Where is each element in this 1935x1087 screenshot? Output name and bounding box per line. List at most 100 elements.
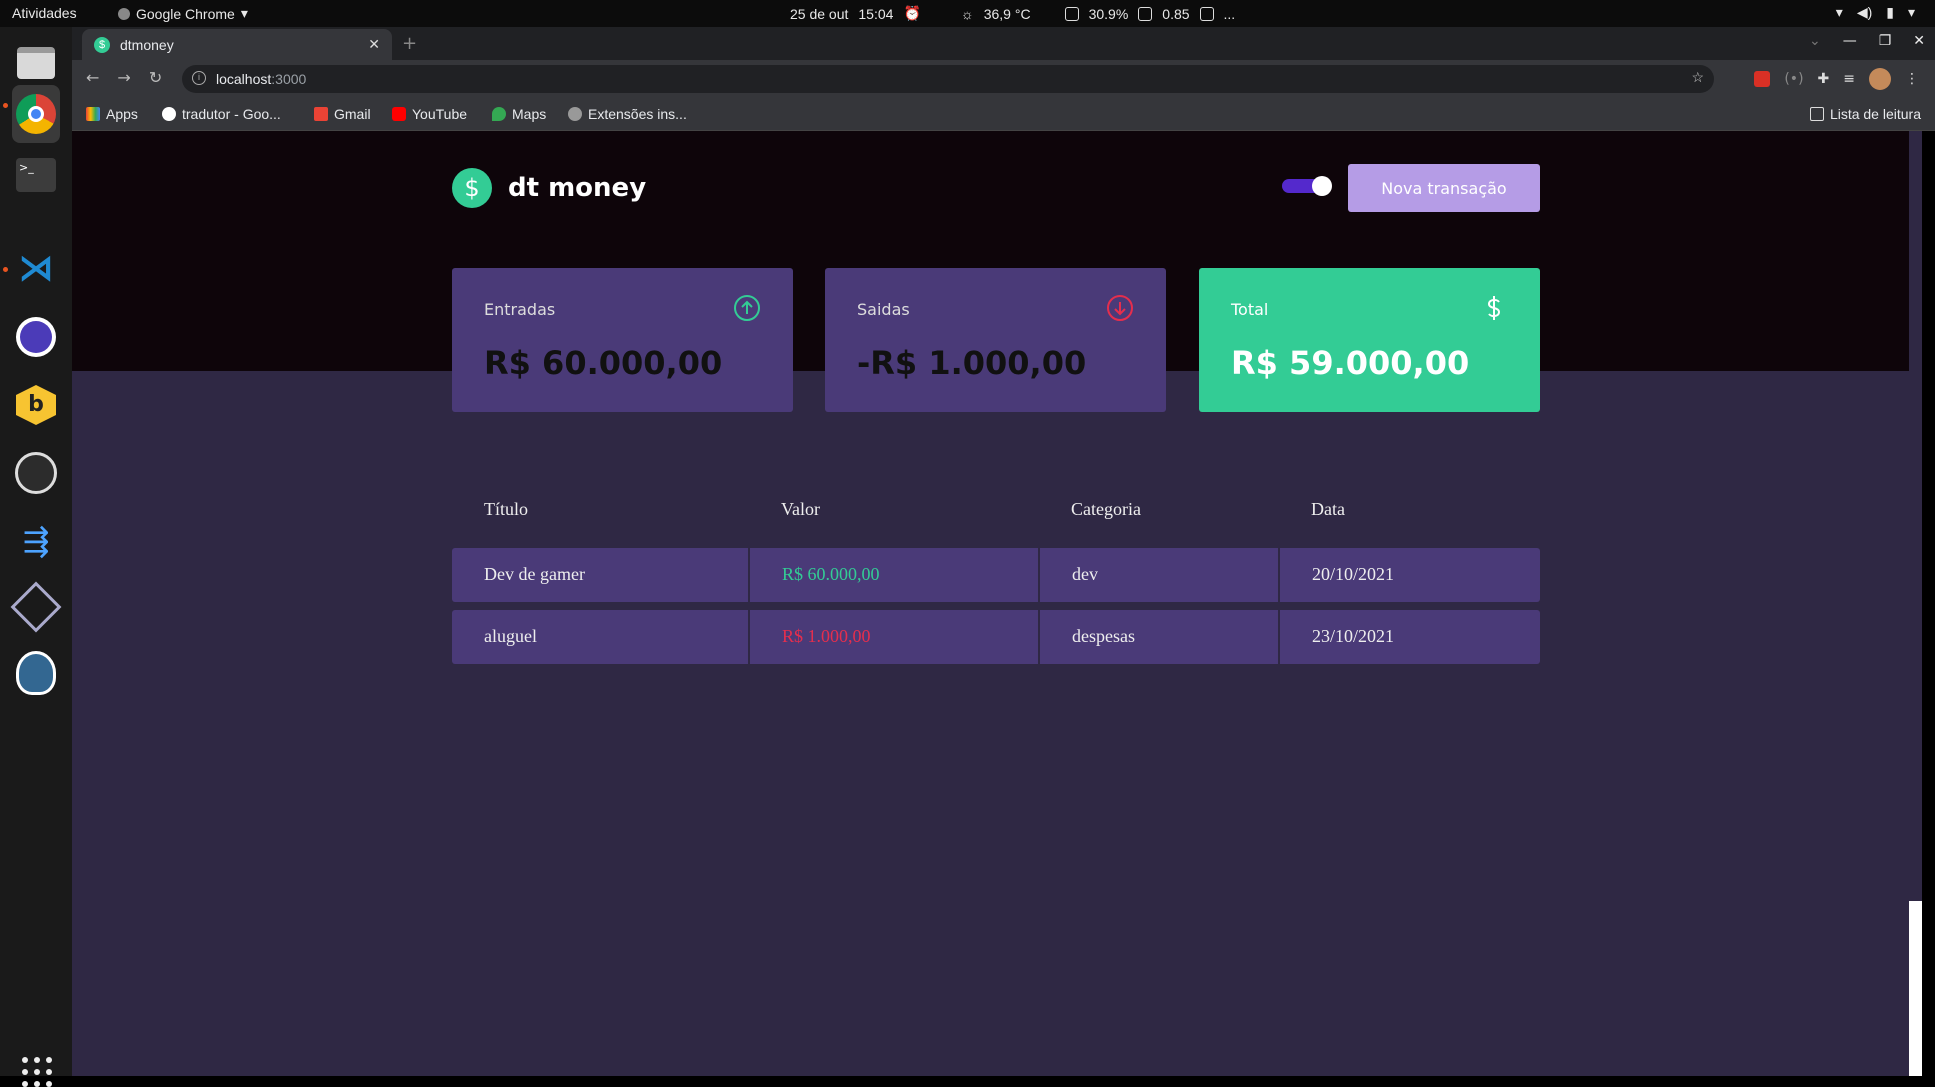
new-transaction-button[interactable]: Nova transação (1348, 164, 1540, 212)
tray-chevron-icon[interactable]: ▾ (1908, 4, 1915, 21)
table-row[interactable]: aluguel R$ 1.000,00 despesas 23/10/2021 (452, 610, 1540, 664)
chrome-icon[interactable] (12, 85, 60, 143)
arrow-up-circle-icon (734, 295, 760, 321)
eclipse-icon[interactable] (12, 313, 60, 361)
chrome-small-icon (118, 7, 130, 20)
tab-dtmoney[interactable]: $ dtmoney ✕ (82, 29, 392, 60)
clock[interactable]: 25 de out 15:04 ⏰ ☼ 36,9 °C 30.9% 0.85 .… (790, 5, 1235, 22)
page-scrollbar[interactable] (1909, 131, 1922, 1076)
vscode-icon[interactable]: ⋊ (12, 245, 60, 293)
time-text: 15:04 (858, 5, 894, 22)
extension-code-icon[interactable]: (•) (1784, 71, 1803, 87)
bookmark-label: YouTube (412, 106, 468, 122)
table-header: Título Valor Categoria Data (452, 499, 1540, 529)
extension-red-icon[interactable] (1754, 71, 1771, 87)
app-name: Google Chrome (136, 5, 235, 22)
nav-buttons: ← → ↻ (86, 68, 162, 87)
site-info-icon[interactable]: i (192, 71, 206, 85)
browser-window: $ dtmoney ✕ + ⌄ — ❐ ✕ ← → ↻ i localhost:… (72, 27, 1935, 131)
new-tab-icon[interactable]: + (402, 33, 417, 54)
close-tab-icon[interactable]: ✕ (368, 36, 380, 53)
power-battery-icon[interactable]: ▮ (1886, 4, 1894, 21)
postgresql-icon[interactable] (12, 649, 60, 697)
address-bar[interactable]: i localhost:3000 ☆ (182, 65, 1714, 93)
app-title: dt money (508, 173, 647, 203)
graph-icon (1199, 6, 1214, 21)
restore-icon[interactable]: ❐ (1879, 33, 1892, 49)
outcome-label: Saidas (857, 300, 910, 319)
bookmark-apps[interactable]: Apps (86, 106, 138, 122)
logo: $ dt money (452, 168, 646, 208)
media-icon[interactable]: ≡ (1843, 71, 1855, 87)
bookmark-label: Maps (512, 106, 547, 122)
bookmark-label: Extensões ins... (588, 106, 687, 122)
header-value: Valor (781, 499, 820, 519)
bookmark-youtube[interactable]: YouTube (392, 106, 467, 122)
minimize-icon[interactable]: — (1843, 33, 1857, 49)
header-date: Data (1311, 499, 1345, 519)
outcome-card: Saidas -R$ 1.000,00 (825, 268, 1166, 412)
beekeeper-icon[interactable]: b (12, 381, 60, 429)
cell-value: R$ 1.000,00 (750, 610, 1038, 664)
toggle-knob (1312, 176, 1332, 196)
cell-category: despesas (1040, 610, 1278, 664)
menu-icon[interactable]: ⋮ (1905, 71, 1919, 87)
forward-icon[interactable]: → (117, 68, 130, 87)
wifi-icon[interactable]: ▾ (1836, 4, 1843, 21)
show-apps-icon[interactable] (22, 1057, 52, 1087)
monitor-icon (1138, 6, 1153, 21)
terminal-icon[interactable]: >_ (12, 151, 60, 199)
virtualbox-icon[interactable] (10, 581, 62, 633)
header-category: Categoria (1071, 499, 1141, 519)
reading-list[interactable]: Lista de leitura (1809, 106, 1921, 122)
cell-category: dev (1040, 548, 1278, 602)
total-value: R$ 59.000,00 (1231, 344, 1470, 382)
battery-icon (1064, 6, 1079, 21)
reading-list-icon (1809, 107, 1824, 121)
activities-button[interactable]: Atividades (12, 5, 77, 21)
insomnia-icon[interactable]: ⇶ (12, 517, 60, 565)
app-menu[interactable]: Google Chrome ▾ (118, 5, 248, 22)
more-text: ... (1223, 5, 1236, 22)
close-window-icon[interactable]: ✕ (1913, 33, 1925, 49)
system-top-bar: Atividades Google Chrome ▾ 25 de out 15:… (0, 0, 1935, 27)
tab-search-icon[interactable]: ⌄ (1809, 33, 1821, 49)
puzzle-icon[interactable]: ✚ (1818, 71, 1830, 87)
bookmarks-bar: Apps tradutor - Goo... Gmail YouTube Map… (72, 98, 1935, 131)
bookmark-tradutor[interactable]: tradutor - Goo... (162, 106, 281, 122)
files-icon[interactable] (12, 39, 60, 87)
tab-strip: $ dtmoney ✕ + ⌄ — ❐ ✕ (72, 27, 1935, 60)
total-label: Total (1231, 300, 1269, 319)
google-icon (162, 107, 176, 121)
obs-icon[interactable] (12, 449, 60, 497)
header-title: Título (484, 499, 528, 519)
table-row[interactable]: Dev de gamer R$ 60.000,00 dev 20/10/2021 (452, 548, 1540, 602)
income-value: R$ 60.000,00 (484, 344, 723, 382)
extensions-icon (568, 107, 582, 121)
profile-avatar[interactable] (1869, 68, 1891, 90)
window-controls: ⌄ — ❐ ✕ (1809, 33, 1925, 49)
bookmark-label: tradutor - Goo... (182, 106, 281, 122)
cell-title: Dev de gamer (452, 548, 748, 602)
battery-text: 30.9% (1088, 5, 1129, 22)
cell-date: 20/10/2021 (1280, 548, 1540, 602)
income-label: Entradas (484, 300, 556, 319)
theme-toggle[interactable] (1282, 176, 1332, 196)
chevron-down-icon: ▾ (240, 5, 248, 21)
ubuntu-dock: >_ ⋊ b ⇶ (0, 27, 72, 1087)
bookmark-gmail[interactable]: Gmail (314, 106, 371, 122)
system-tray[interactable]: ▾ ◀) ▮ ▾ (1836, 4, 1915, 21)
bookmark-maps[interactable]: Maps (492, 106, 546, 122)
browser-toolbar: ← → ↻ i localhost:3000 ☆ (•) ✚ ≡ ⋮ (72, 60, 1935, 98)
reload-icon[interactable]: ↻ (149, 68, 162, 87)
back-icon[interactable]: ← (86, 68, 99, 87)
bookmark-star-icon[interactable]: ☆ (1691, 69, 1704, 86)
total-card: Total R$ 59.000,00 (1199, 268, 1540, 412)
dollar-logo-icon: $ (452, 168, 492, 208)
apps-grid-icon (86, 107, 100, 121)
volume-icon[interactable]: ◀) (1857, 4, 1872, 21)
reading-list-label: Lista de leitura (1829, 106, 1921, 122)
url-host: localhost (216, 71, 272, 87)
bookmark-extensions[interactable]: Extensões ins... (568, 106, 687, 122)
dtmoney-favicon: $ (94, 36, 110, 53)
